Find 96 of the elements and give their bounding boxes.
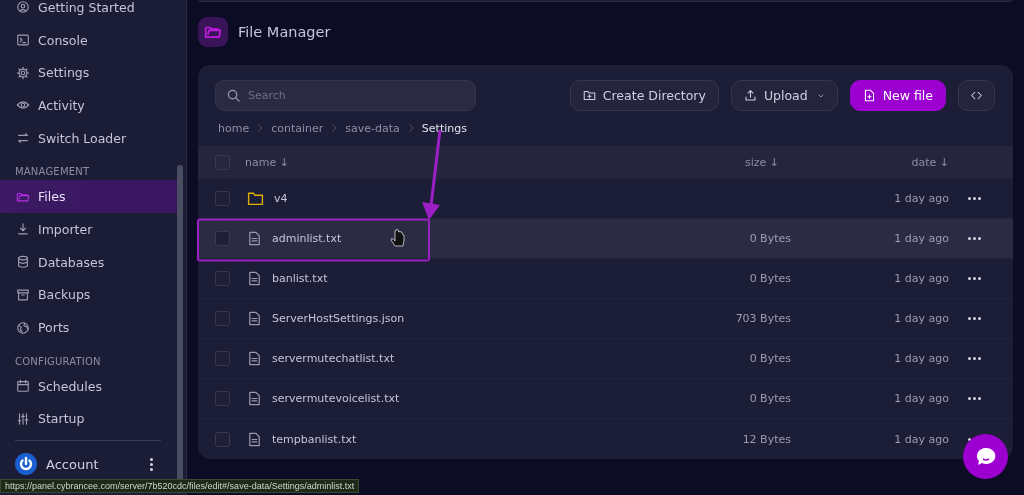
column-header[interactable]: size ↓	[744, 156, 779, 169]
chat-button[interactable]	[963, 434, 1008, 479]
sidebar-item[interactable]: Settings	[0, 56, 177, 90]
sidebar-item[interactable]: Importer	[0, 213, 177, 246]
more-options-icon[interactable]	[967, 197, 981, 200]
file-name[interactable]: v4	[274, 192, 288, 205]
file-date: 1 day ago	[894, 232, 949, 245]
file-date: 1 day ago	[894, 352, 949, 365]
upload-button[interactable]: Upload	[730, 80, 838, 111]
file-row[interactable]: adminlist.txt 0 Bytes 1 day ago	[198, 219, 1013, 259]
row-checkbox[interactable]	[215, 311, 230, 326]
folder-icon	[198, 17, 228, 47]
account-label[interactable]: Account	[46, 456, 150, 472]
new-file-button[interactable]: New file	[849, 80, 946, 111]
sidebar-item[interactable]: Startup	[0, 402, 177, 436]
column-header[interactable]: date ↓	[911, 156, 949, 169]
sidebar-item[interactable]: Schedules	[0, 369, 177, 403]
user-circle-icon	[16, 0, 30, 15]
row-checkbox[interactable]	[215, 191, 230, 206]
file-row[interactable]: servermutevoicelist.txt 0 Bytes 1 day ago	[198, 379, 1013, 419]
download-icon	[16, 222, 30, 237]
file-name[interactable]: adminlist.txt	[272, 232, 342, 245]
file-name[interactable]: ServerHostSettings.json	[272, 312, 405, 325]
file-size: 0 Bytes	[749, 232, 791, 245]
row-checkbox[interactable]	[215, 391, 230, 406]
sidebar-item[interactable]: Databases	[0, 245, 177, 279]
document-icon	[247, 431, 262, 447]
search-input[interactable]: Search	[248, 83, 465, 108]
database-icon	[16, 255, 30, 270]
sidebar-item[interactable]: Activity	[0, 89, 177, 122]
upload-icon	[743, 89, 757, 102]
breadcrumb-link[interactable]: home	[218, 121, 250, 135]
status-url: https://panel.cybrancee.com/server/7b520cdc/files/edit#/save-data/Settings/adminlist.txt	[0, 479, 360, 493]
section-heading: CONFIGURATION	[14, 354, 102, 369]
file-date: 1 day ago	[894, 192, 949, 205]
terminal-icon	[16, 33, 30, 48]
power-icon	[15, 453, 37, 476]
create-directory-button[interactable]: Create Directory	[569, 80, 719, 111]
scrollbar[interactable]	[177, 165, 183, 481]
more-options-icon[interactable]	[967, 277, 981, 280]
file-plus-icon	[862, 89, 876, 102]
file-name[interactable]: banlist.txt	[272, 272, 328, 285]
row-checkbox[interactable]	[215, 271, 230, 286]
search-field[interactable]: Search	[215, 80, 476, 111]
file-size: 12 Bytes	[742, 432, 791, 446]
sidebar-item[interactable]: Ports	[0, 311, 177, 344]
folder-plus-icon	[582, 89, 596, 102]
document-icon	[247, 311, 262, 326]
file-name[interactable]: servermutevoicelist.txt	[272, 392, 400, 405]
row-checkbox[interactable]	[215, 431, 230, 447]
page-title: File Manager	[238, 24, 331, 40]
more-options-icon[interactable]	[967, 237, 981, 240]
sidebar-item[interactable]: Switch Loader	[0, 121, 177, 155]
more-options-icon[interactable]	[967, 397, 981, 400]
row-checkbox[interactable]	[215, 351, 230, 366]
sidebar-item[interactable]: Console	[0, 23, 177, 57]
file-row[interactable]: ServerHostSettings.json 703 Bytes 1 day ago	[198, 299, 1013, 339]
file-row[interactable]: banlist.txt 0 Bytes 1 day ago	[198, 259, 1013, 299]
file-name[interactable]: tempbanlist.txt	[272, 432, 357, 446]
document-icon	[247, 391, 262, 406]
sidebar-item[interactable]: Getting Started	[0, 0, 177, 24]
archive-box-icon	[16, 287, 30, 302]
file-row[interactable]: servermutechatlist.txt 0 Bytes 1 day ago	[198, 339, 1013, 379]
file-size: 0 Bytes	[749, 392, 791, 405]
file-date: 1 day ago	[894, 432, 949, 446]
sidebar-item[interactable]: Files	[0, 180, 179, 214]
file-size: 0 Bytes	[749, 272, 791, 285]
search-icon	[226, 88, 241, 103]
gear-icon	[16, 65, 30, 80]
sidebar-item[interactable]: Backups	[0, 278, 177, 312]
column-header[interactable]: name ↓	[231, 156, 671, 169]
code-button[interactable]	[958, 80, 995, 111]
document-icon	[247, 271, 262, 286]
more-options-icon[interactable]	[967, 357, 981, 360]
folder-icon	[247, 190, 264, 207]
document-icon	[247, 351, 262, 366]
section-heading: MANAGEMENT	[14, 165, 91, 180]
code-icon	[970, 89, 983, 102]
more-options-icon[interactable]	[150, 457, 153, 471]
row-checkbox[interactable]	[215, 231, 230, 246]
swap-arrows-icon	[16, 131, 30, 146]
file-date: 1 day ago	[894, 272, 949, 285]
file-date: 1 day ago	[894, 312, 949, 325]
hand-cursor-icon	[390, 229, 405, 247]
file-size: 703 Bytes	[735, 312, 791, 325]
file-date: 1 day ago	[894, 392, 949, 405]
more-options-icon[interactable]	[967, 317, 981, 320]
file-size: 0 Bytes	[749, 352, 791, 365]
breadcrumb-link[interactable]: save-data	[345, 121, 400, 135]
globe-icon	[16, 320, 30, 335]
breadcrumb-link[interactable]: container	[271, 121, 324, 135]
breadcrumb-link[interactable]: Settings	[421, 121, 467, 135]
file-name[interactable]: servermutechatlist.txt	[272, 352, 395, 365]
document-icon	[247, 231, 262, 246]
calendar-icon	[16, 379, 30, 394]
sliders-icon	[16, 411, 30, 426]
